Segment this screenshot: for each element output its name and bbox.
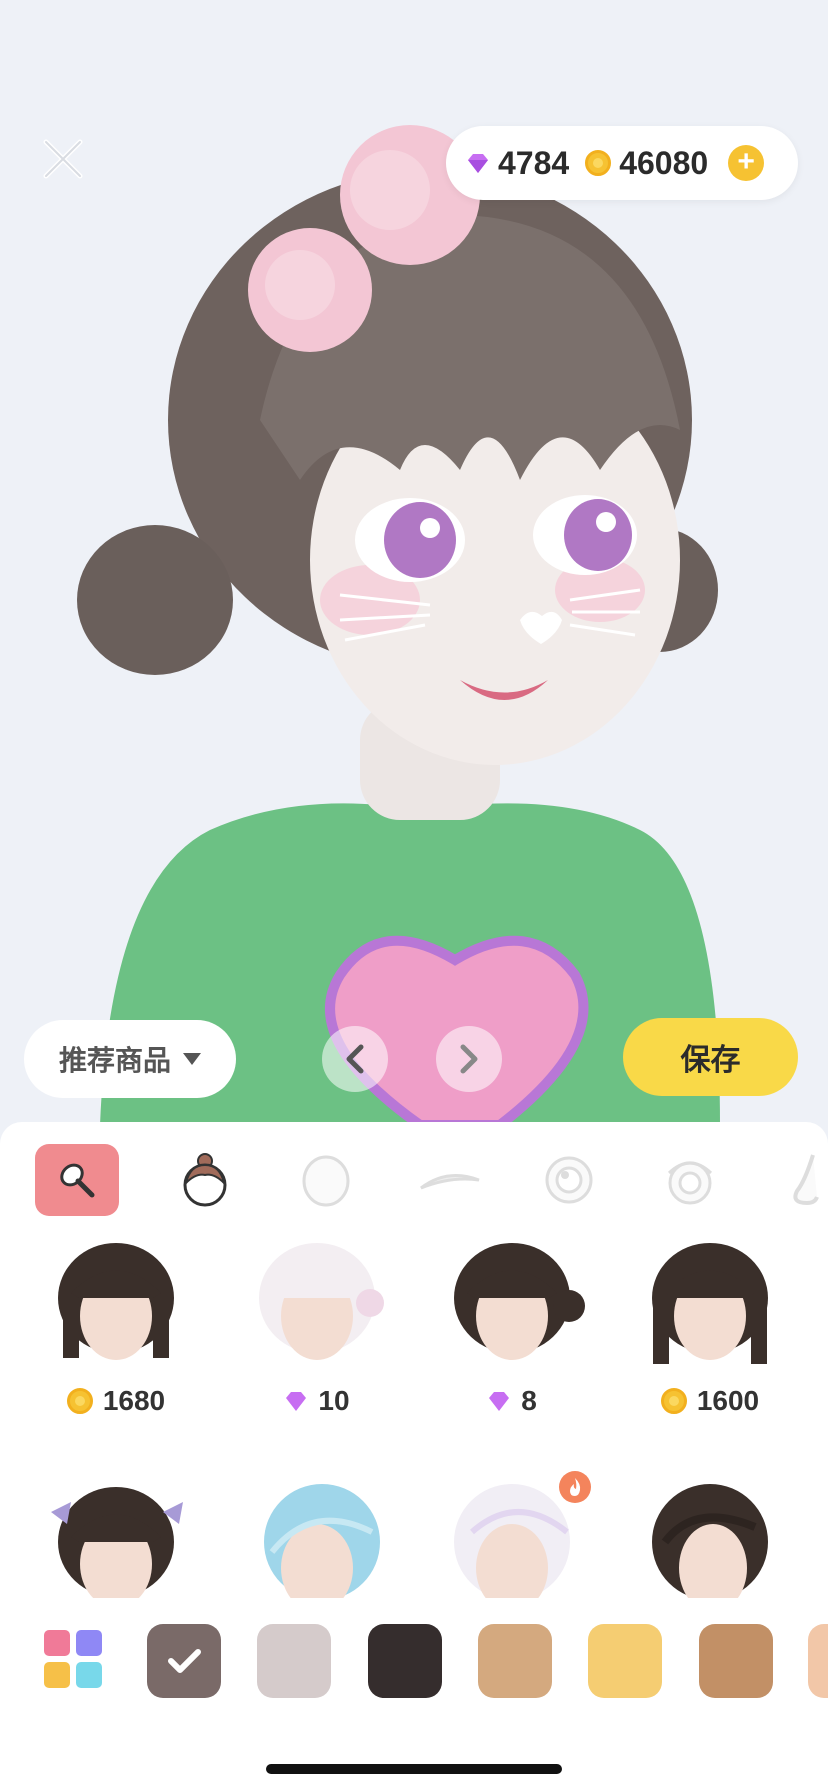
add-currency-button[interactable]: + <box>728 145 765 181</box>
hair-color-swatches <box>0 1620 828 1710</box>
hair-item[interactable] <box>31 1472 201 1600</box>
tab-hair[interactable] <box>163 1144 247 1216</box>
hair-thumbnail <box>652 1484 768 1600</box>
price-tag: 10 <box>232 1385 402 1417</box>
close-icon <box>43 139 83 179</box>
nose-icon <box>793 1154 819 1206</box>
price-tag: 1680 <box>31 1385 201 1417</box>
coin-icon <box>585 150 612 176</box>
save-label: 保存 <box>680 1044 741 1077</box>
gem-count: 4784 <box>498 144 570 181</box>
tab-eye-detail[interactable] <box>648 1144 732 1216</box>
hair-thumbnail <box>51 1487 183 1600</box>
coin-icon <box>66 1388 93 1414</box>
tab-makeup[interactable] <box>35 1144 119 1216</box>
hair-item[interactable]: 1600 <box>625 1238 795 1417</box>
hair-thumbnail <box>652 1243 768 1364</box>
fire-icon <box>570 1478 581 1496</box>
hair-thumbnail <box>259 1243 384 1360</box>
price-tag: 1600 <box>625 1385 795 1417</box>
price-value: 1600 <box>696 1385 760 1416</box>
chevron-right-icon <box>460 1044 478 1074</box>
hair-item[interactable] <box>625 1472 795 1600</box>
eyebrow-icon <box>420 1174 480 1190</box>
hot-badge-icon <box>559 1471 591 1503</box>
next-button[interactable] <box>436 1026 502 1092</box>
tab-eye[interactable] <box>527 1144 611 1216</box>
eyelash-icon <box>667 1161 713 1205</box>
color-swatch[interactable] <box>257 1624 331 1698</box>
hair-item[interactable]: 8 <box>427 1238 597 1417</box>
color-swatch[interactable] <box>808 1624 828 1698</box>
makeup-brush-icon <box>60 1163 95 1198</box>
price-value: 8 <box>521 1385 537 1416</box>
hair-thumbnail <box>58 1243 174 1360</box>
hair-thumbnail <box>264 1484 380 1600</box>
dropdown-triangle-icon <box>183 1053 201 1065</box>
color-swatch[interactable] <box>588 1624 662 1698</box>
gem-icon <box>468 154 488 173</box>
hair-item[interactable] <box>232 1472 402 1600</box>
close-button[interactable] <box>40 136 86 182</box>
color-palette-icon[interactable] <box>44 1630 104 1690</box>
save-button[interactable]: 保存 <box>623 1018 798 1096</box>
tab-eyebrow[interactable] <box>408 1144 492 1216</box>
tab-face[interactable] <box>284 1144 368 1216</box>
gem-icon <box>286 1392 307 1411</box>
home-indicator <box>266 1764 562 1774</box>
color-swatch[interactable] <box>478 1624 552 1698</box>
category-tabs <box>0 1144 828 1224</box>
price-value: 1680 <box>102 1385 166 1416</box>
hair-item[interactable]: 1680 <box>31 1238 201 1417</box>
coin-count: 46080 <box>619 144 709 181</box>
color-swatch[interactable] <box>368 1624 442 1698</box>
color-swatch-selected[interactable] <box>147 1624 221 1698</box>
previous-button[interactable] <box>322 1026 388 1092</box>
coin-icon <box>660 1388 687 1414</box>
eye-icon <box>545 1156 593 1204</box>
chevron-left-icon <box>346 1044 364 1074</box>
recommended-label: 推荐商品 <box>58 1045 171 1076</box>
hair-icon <box>183 1153 227 1207</box>
price-value: 10 <box>318 1385 350 1416</box>
currency-bar: 4784 46080 + <box>446 126 798 200</box>
face-shape-icon <box>302 1155 350 1207</box>
check-icon <box>168 1649 201 1673</box>
price-tag: 8 <box>427 1385 597 1417</box>
recommended-products-button[interactable]: 推荐商品 <box>24 1020 236 1098</box>
avatar-preview: 4784 46080 + 推荐商品 保存 <box>0 0 828 1125</box>
color-swatch[interactable] <box>699 1624 773 1698</box>
hair-item[interactable]: 10 <box>232 1238 402 1417</box>
hair-thumbnail <box>454 1243 585 1360</box>
gem-icon <box>489 1392 510 1411</box>
tab-nose[interactable] <box>768 1144 828 1216</box>
